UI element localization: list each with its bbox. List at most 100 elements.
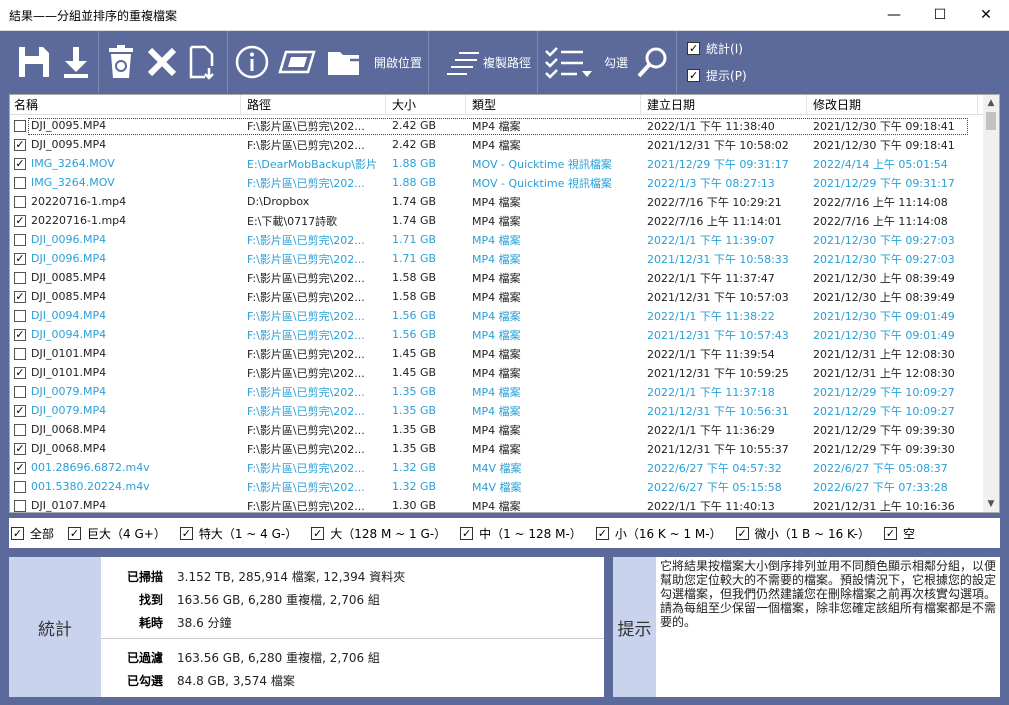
table-row[interactable]: 20220716-1.mp4 D:\Dropbox 1.74 GB MP4 檔案 202… [10, 192, 984, 211]
folder-open-icon [328, 52, 368, 75]
row-checkbox[interactable]: ✓ [14, 157, 26, 170]
row-checkbox[interactable]: ✓ [14, 404, 26, 417]
close-window-button[interactable]: ✕ [963, 0, 1009, 31]
file-path-cell: F:\影片區\已剪完\202... [247, 252, 365, 266]
export-button[interactable] [56, 31, 96, 93]
row-checkbox[interactable] [14, 309, 26, 322]
file-name: DJI_0094.MP4 [31, 328, 107, 341]
table-row[interactable]: ✓ 20220716-1.mp4 E:\下載\0717詩歌 1.74 GB MP4 檔案… [10, 211, 984, 230]
column-header-created[interactable]: 建立日期 [641, 95, 807, 115]
column-header-size[interactable]: 大小 [386, 95, 466, 115]
column-header-modified[interactable]: 修改日期 [807, 95, 978, 115]
table-row[interactable]: DJI_0101.MP4 F:\影片區\已剪完\202... 1.45 GB MP4 … [10, 344, 984, 363]
table-row[interactable]: ✓ DJI_0096.MP4 F:\影片區\已剪完\202... 1.71 GB MP4… [10, 249, 984, 268]
row-checkbox[interactable]: ✓ [14, 290, 26, 303]
maximize-button[interactable]: ☐ [917, 0, 963, 31]
table-row[interactable]: ✓ DJI_0101.MP4 F:\影片區\已剪完\202... 1.45 GB MP4… [10, 363, 984, 382]
row-checkbox[interactable]: ✓ [14, 442, 26, 455]
column-header-path[interactable]: 路徑 [241, 95, 386, 115]
table-row[interactable]: DJI_0095.MP4 F:\影片區\已剪完\202... 2.42 GB MP4 … [10, 116, 984, 135]
scroll-thumb[interactable] [986, 112, 996, 130]
row-checkbox[interactable]: ✓ [14, 328, 26, 341]
scroll-down-icon[interactable]: ▼ [983, 496, 999, 512]
file-path-cell: F:\影片區\已剪完\202... [247, 347, 365, 361]
copy-path-button[interactable]: 複製路徑 [441, 31, 535, 93]
file-name: DJI_0068.MP4 [31, 423, 107, 436]
row-checkbox[interactable]: ✓ [14, 366, 26, 379]
preview-button[interactable] [274, 31, 322, 93]
size-filter-item[interactable]: ✓ 巨大（4 G+） [68, 525, 166, 542]
row-checkbox[interactable] [14, 271, 26, 284]
stats-toggle-checkbox[interactable]: ✓ [687, 42, 701, 55]
table-row[interactable]: DJI_0107.MP4 F:\影片區\已剪完\202... 1.30 GB MP4 … [10, 496, 984, 512]
hint-toggle-checkbox[interactable]: ✓ [687, 69, 701, 82]
filter-checkbox[interactable]: ✓ [460, 526, 474, 540]
size-filter-item[interactable]: ✓ 中（1 ~ 128 M-） [460, 525, 582, 542]
stats-toggle[interactable]: ✓ 統計(I) [687, 40, 747, 57]
size-filter-item[interactable]: ✓ 小（16 K ~ 1 M-） [595, 525, 722, 542]
save-button[interactable] [12, 31, 56, 93]
table-row[interactable]: ✓ IMG_3264.MOV E:\DearMobBackup\影片 1.88 GB M… [10, 154, 984, 173]
recycle-button[interactable] [101, 31, 141, 93]
size-filter-item[interactable]: ✓ 空 [883, 525, 915, 542]
size-filter-item[interactable]: ✓ 特大（1 ~ 4 G-） [179, 525, 297, 542]
scroll-up-icon[interactable]: ▲ [983, 95, 999, 111]
filter-checkbox[interactable]: ✓ [179, 526, 193, 540]
filter-checkbox[interactable]: ✓ [311, 526, 325, 540]
table-row[interactable]: DJI_0068.MP4 F:\影片區\已剪完\202... 1.35 GB MP4 … [10, 420, 984, 439]
filter-checkbox[interactable]: ✓ [883, 526, 897, 540]
row-checkbox[interactable]: ✓ [14, 252, 26, 265]
row-checkbox[interactable] [14, 347, 26, 360]
column-header-name[interactable]: 名稱 [10, 95, 241, 115]
filter-checkbox[interactable]: ✓ [11, 526, 24, 540]
file-name-cell: ✓ DJI_0095.MP4 [10, 138, 241, 151]
table-row[interactable]: ✓ DJI_0068.MP4 F:\影片區\已剪完\202... 1.35 GB MP4… [10, 439, 984, 458]
table-row[interactable]: ✓ 001.28696.6872.m4v F:\影片區\已剪完\202... 1.32… [10, 458, 984, 477]
file-path-cell: E:\下載\0717詩歌 [247, 214, 338, 228]
row-checkbox[interactable] [14, 176, 26, 189]
row-checkbox[interactable] [14, 423, 26, 436]
minimize-button[interactable]: — [871, 0, 917, 31]
filter-checkbox[interactable]: ✓ [735, 526, 749, 540]
delete-button[interactable] [141, 31, 183, 93]
row-checkbox[interactable]: ✓ [14, 214, 26, 227]
row-checkbox[interactable] [14, 233, 26, 246]
table-row[interactable]: 001.5380.20224.m4v F:\影片區\已剪完\202... 1.32 … [10, 477, 984, 496]
row-checkbox[interactable] [14, 385, 26, 398]
row-checkbox[interactable]: ✓ [14, 461, 26, 474]
size-filter-item[interactable]: ✓ 大（128 M ~ 1 G-） [311, 525, 446, 542]
table-row[interactable]: DJI_0094.MP4 F:\影片區\已剪完\202... 1.56 GB MP4 … [10, 306, 984, 325]
table-row[interactable]: DJI_0085.MP4 F:\影片區\已剪完\202... 1.58 GB MP4 … [10, 268, 984, 287]
filter-checkbox[interactable]: ✓ [68, 526, 82, 540]
row-checkbox[interactable] [14, 480, 26, 493]
row-checkbox[interactable] [14, 119, 26, 132]
move-button[interactable] [183, 31, 225, 93]
file-size-cell: 1.30 GB [392, 499, 437, 512]
file-name: 20220716-1.mp4 [31, 214, 127, 227]
search-button[interactable] [632, 31, 674, 93]
row-checkbox[interactable] [14, 195, 26, 208]
table-row[interactable]: ✓ DJI_0079.MP4 F:\影片區\已剪完\202... 1.35 GB MP4… [10, 401, 984, 420]
size-filter-item[interactable]: ✓ 微小（1 B ~ 16 K-） [735, 525, 870, 542]
open-location-button[interactable]: 開啟位置 [322, 31, 426, 93]
table-row[interactable]: ✓ DJI_0094.MP4 F:\影片區\已剪完\202... 1.56 GB MP4… [10, 325, 984, 344]
file-name: 20220716-1.mp4 [31, 195, 127, 208]
column-header-type[interactable]: 類型 [466, 95, 641, 115]
table-row[interactable]: ✓ DJI_0095.MP4 F:\影片區\已剪完\202... 2.42 GB MP4… [10, 135, 984, 154]
properties-button[interactable] [230, 31, 274, 93]
table-row[interactable]: IMG_3264.MOV F:\影片區\已剪完\202... 1.88 GB MOV … [10, 173, 984, 192]
file-name-cell: 001.5380.20224.m4v [10, 480, 241, 493]
table-row[interactable]: ✓ DJI_0085.MP4 F:\影片區\已剪完\202... 1.58 GB MP4… [10, 287, 984, 306]
vertical-scrollbar[interactable]: ▲ ▼ [983, 95, 999, 512]
filter-checkbox[interactable]: ✓ [595, 526, 609, 540]
file-type-cell: MP4 檔案 [472, 271, 521, 285]
row-checkbox[interactable]: ✓ [14, 138, 26, 151]
size-filter-item[interactable]: ✓ 全部 [11, 525, 54, 542]
created-date-cell: 2022/6/27 下午 05:15:58 [647, 480, 782, 494]
check-menu-button[interactable]: 勾選 [540, 31, 632, 93]
table-row[interactable]: DJI_0096.MP4 F:\影片區\已剪完\202... 1.71 GB MP4 … [10, 230, 984, 249]
table-row[interactable]: DJI_0079.MP4 F:\影片區\已剪完\202... 1.35 GB MP4 … [10, 382, 984, 401]
row-checkbox[interactable] [14, 499, 26, 512]
hint-toggle[interactable]: ✓ 提示(P) [687, 67, 747, 84]
file-name-cell: DJI_0094.MP4 [10, 309, 241, 322]
